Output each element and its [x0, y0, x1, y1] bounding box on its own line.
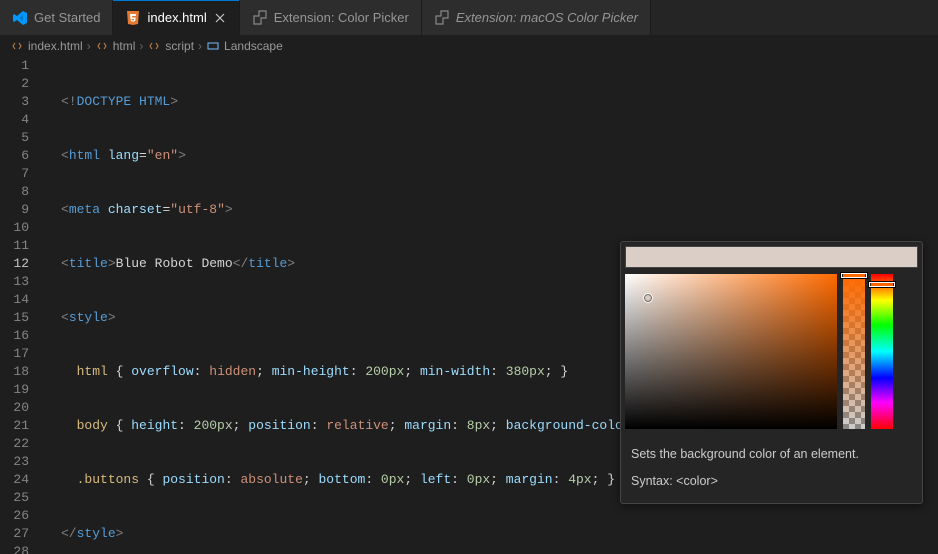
- line-number: 11: [0, 237, 29, 255]
- syntax-value: <color>: [676, 474, 718, 488]
- line-number: 24: [0, 471, 29, 489]
- breadcrumb-label: index.html: [28, 39, 83, 53]
- line-number: 16: [0, 327, 29, 345]
- line-number: 10: [0, 219, 29, 237]
- color-preview-bar[interactable]: [625, 246, 918, 268]
- line-number: 5: [0, 129, 29, 147]
- line-number: 17: [0, 345, 29, 363]
- line-number: 9: [0, 201, 29, 219]
- line-number: 14: [0, 291, 29, 309]
- line-number: 19: [0, 381, 29, 399]
- code-line[interactable]: <html lang="en">: [47, 147, 938, 165]
- code-line[interactable]: <meta charset="utf-8">: [47, 201, 938, 219]
- tab-label: index.html: [147, 10, 206, 25]
- color-picker-popup: Sets the background color of an element.…: [620, 241, 923, 504]
- line-number: 23: [0, 453, 29, 471]
- line-number: 6: [0, 147, 29, 165]
- code-line[interactable]: </style>: [47, 525, 938, 543]
- html-icon: [125, 10, 141, 26]
- line-number: 8: [0, 183, 29, 201]
- file-code-icon: [10, 39, 24, 53]
- breadcrumb-label: html: [113, 39, 136, 53]
- hue-handle-icon[interactable]: [869, 282, 895, 287]
- chevron-right-icon: ›: [198, 39, 202, 53]
- code-line[interactable]: <!DOCTYPE HTML>: [47, 93, 938, 111]
- tab-label: Get Started: [34, 10, 100, 25]
- symbol-var-icon: [206, 39, 220, 53]
- breadcrumb-item[interactable]: script: [147, 39, 194, 53]
- tab-index-html[interactable]: index.html: [113, 0, 239, 35]
- tab-label: Extension: macOS Color Picker: [456, 10, 638, 25]
- line-number: 18: [0, 363, 29, 381]
- breadcrumb-item[interactable]: index.html: [10, 39, 83, 53]
- breadcrumb-label: Landscape: [224, 39, 283, 53]
- line-number: 12: [0, 255, 29, 273]
- line-number: 25: [0, 489, 29, 507]
- line-number: 1: [0, 57, 29, 75]
- extension-icon: [252, 10, 268, 26]
- line-number: 2: [0, 75, 29, 93]
- hue-slider[interactable]: [871, 274, 893, 429]
- line-number: 28: [0, 543, 29, 554]
- symbol-code-icon: [95, 39, 109, 53]
- color-desc-text: Sets the background color of an element.: [631, 444, 912, 465]
- saturation-marker-icon[interactable]: [643, 293, 653, 303]
- line-number: 27: [0, 525, 29, 543]
- tab-bar: Get Started index.html Extension: Color …: [0, 0, 938, 35]
- color-syntax-line: Syntax: <color>: [631, 471, 912, 492]
- symbol-code-icon: [147, 39, 161, 53]
- line-number: 7: [0, 165, 29, 183]
- line-number: 15: [0, 309, 29, 327]
- syntax-label: Syntax:: [631, 474, 676, 488]
- tab-get-started[interactable]: Get Started: [0, 0, 113, 35]
- breadcrumb: index.html › html › script › Landscape: [0, 35, 938, 57]
- line-number-gutter: 1234567891011121314151617181920212223242…: [0, 57, 47, 554]
- line-number: 22: [0, 435, 29, 453]
- code-editor[interactable]: 1234567891011121314151617181920212223242…: [0, 57, 938, 554]
- alpha-slider[interactable]: [843, 274, 865, 429]
- line-number: 26: [0, 507, 29, 525]
- tab-ext-macos-color-picker[interactable]: Extension: macOS Color Picker: [422, 0, 651, 35]
- color-picker-description: Sets the background color of an element.…: [621, 437, 922, 503]
- extension-icon: [434, 10, 450, 26]
- saturation-panel[interactable]: [625, 274, 837, 429]
- breadcrumb-item[interactable]: html: [95, 39, 136, 53]
- chevron-right-icon: ›: [87, 39, 91, 53]
- line-number: 21: [0, 417, 29, 435]
- line-number: 4: [0, 111, 29, 129]
- color-picker-body: [621, 270, 922, 437]
- alpha-handle-icon[interactable]: [841, 273, 867, 278]
- vscode-icon: [12, 10, 28, 26]
- close-icon[interactable]: [213, 11, 227, 25]
- line-number: 13: [0, 273, 29, 291]
- line-number: 20: [0, 399, 29, 417]
- breadcrumb-item[interactable]: Landscape: [206, 39, 283, 53]
- chevron-right-icon: ›: [139, 39, 143, 53]
- line-number: 3: [0, 93, 29, 111]
- breadcrumb-label: script: [165, 39, 194, 53]
- tab-ext-color-picker[interactable]: Extension: Color Picker: [240, 0, 422, 35]
- tab-label: Extension: Color Picker: [274, 10, 409, 25]
